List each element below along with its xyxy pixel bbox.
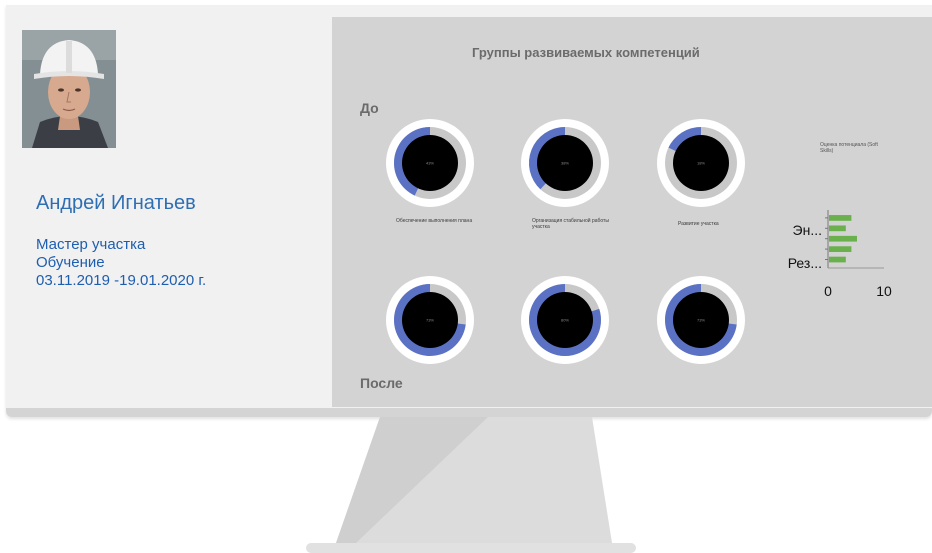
monitor-stand (336, 417, 612, 543)
monitor-base (306, 543, 636, 553)
